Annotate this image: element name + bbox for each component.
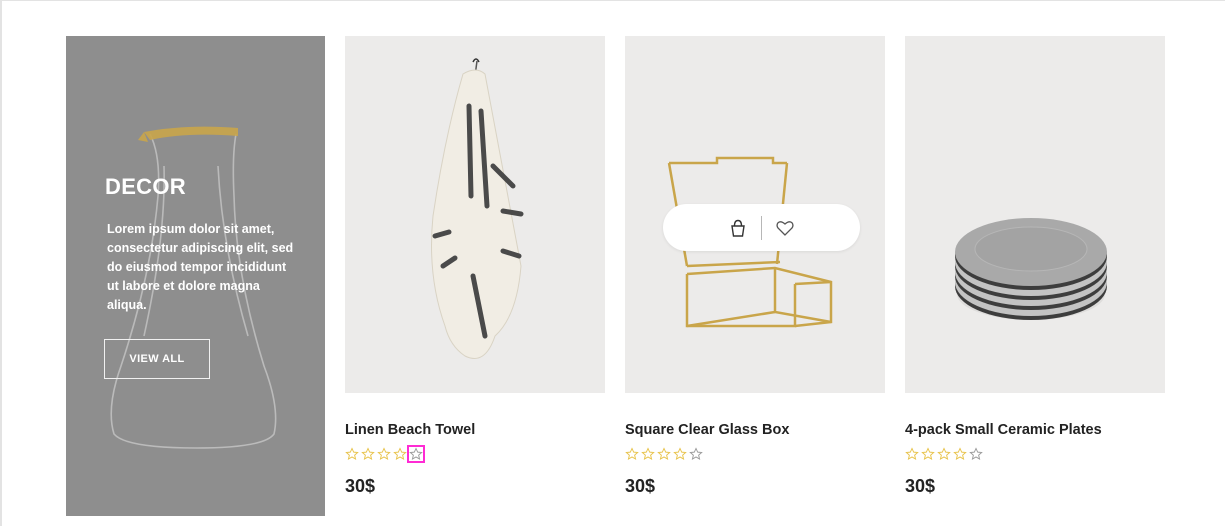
product-card[interactable]: Square Clear Glass Box 30$ [625,36,885,497]
heart-icon[interactable] [765,213,805,243]
rating-stars[interactable] [625,447,885,463]
star-icon[interactable] [921,447,935,461]
star-icon-highlighted[interactable] [407,445,425,463]
product-image[interactable] [345,36,605,393]
star-icon[interactable] [937,447,951,461]
product-price: 30$ [345,476,376,496]
product-name[interactable]: Square Clear Glass Box [625,422,885,438]
product-name[interactable]: 4-pack Small Ceramic Plates [905,422,1165,438]
promo-title: DECOR [105,174,186,199]
plates-image [955,218,1107,320]
product-card[interactable]: Linen Beach Towel 30$ [345,36,605,497]
product-card[interactable]: 4-pack Small Ceramic Plates 30$ [905,36,1165,497]
star-icon[interactable] [969,447,983,461]
product-price: 30$ [625,476,656,496]
towel-image [431,58,524,359]
star-icon[interactable] [689,447,703,461]
star-icon[interactable] [673,447,687,461]
star-icon[interactable] [953,447,967,461]
quick-actions-pill [663,204,860,251]
product-image[interactable] [625,36,885,393]
promo-description: Lorem ipsum dolor sit amet, consectetur … [107,222,294,312]
rating-stars[interactable] [905,447,1165,463]
star-icon[interactable] [657,447,671,461]
star-icon[interactable] [641,447,655,461]
view-all-button[interactable]: VIEW ALL [104,339,210,379]
star-icon[interactable] [393,447,407,461]
star-icon[interactable] [345,447,359,461]
product-name[interactable]: Linen Beach Towel [345,422,605,438]
star-icon[interactable] [361,447,375,461]
promo-banner: DECOR Lorem ipsum dolor sit amet, consec… [66,36,325,516]
star-icon[interactable] [625,447,639,461]
product-price: 30$ [905,476,936,496]
star-icon[interactable] [905,447,919,461]
star-icon[interactable] [377,447,391,461]
product-image[interactable] [905,36,1165,393]
shopping-bag-icon[interactable] [718,213,758,243]
divider [761,215,762,240]
rating-stars[interactable] [345,445,605,463]
